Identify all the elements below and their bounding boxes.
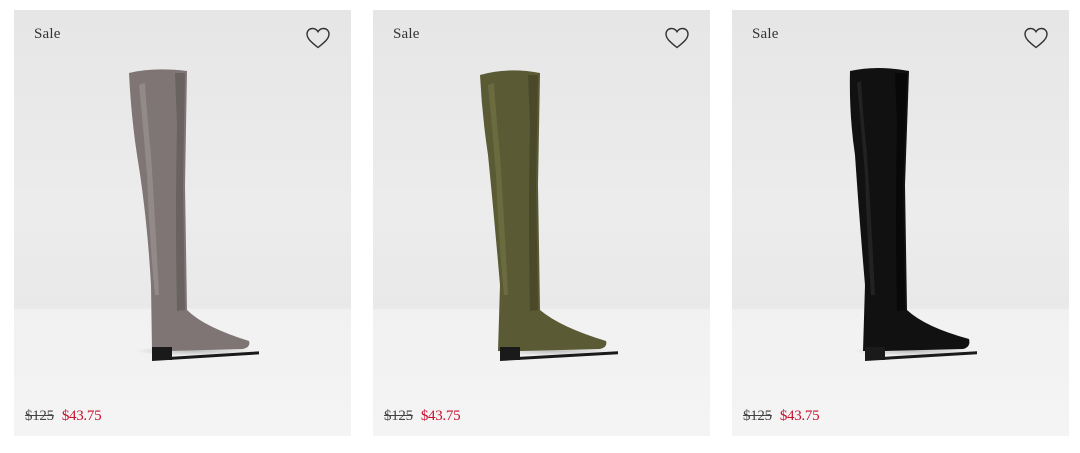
sale-price: $43.75 — [779, 408, 820, 424]
product-card[interactable]: Sale $125 $43.75 — [732, 10, 1069, 436]
sale-badge: Sale — [34, 26, 61, 42]
original-price: $125 — [743, 408, 772, 424]
heart-icon[interactable] — [664, 26, 690, 50]
sale-price: $43.75 — [61, 408, 102, 424]
original-price: $125 — [384, 408, 413, 424]
product-image[interactable] — [468, 65, 618, 365]
heart-icon[interactable] — [1023, 26, 1049, 50]
product-image[interactable] — [827, 65, 977, 365]
product-image[interactable] — [109, 65, 259, 365]
price-row: $125 $43.75 — [384, 408, 461, 425]
product-card[interactable]: Sale $125 $43.75 — [14, 10, 351, 436]
heart-icon[interactable] — [305, 26, 331, 50]
price-row: $125 $43.75 — [25, 408, 102, 425]
price-row: $125 $43.75 — [743, 408, 820, 425]
sale-price: $43.75 — [420, 408, 461, 424]
original-price: $125 — [25, 408, 54, 424]
sale-badge: Sale — [752, 26, 779, 42]
sale-badge: Sale — [393, 26, 420, 42]
product-card[interactable]: Sale $125 $43.75 — [373, 10, 710, 436]
product-grid: Sale $125 $43.75 Sale $125 $43.75 Sale $… — [0, 0, 1080, 453]
